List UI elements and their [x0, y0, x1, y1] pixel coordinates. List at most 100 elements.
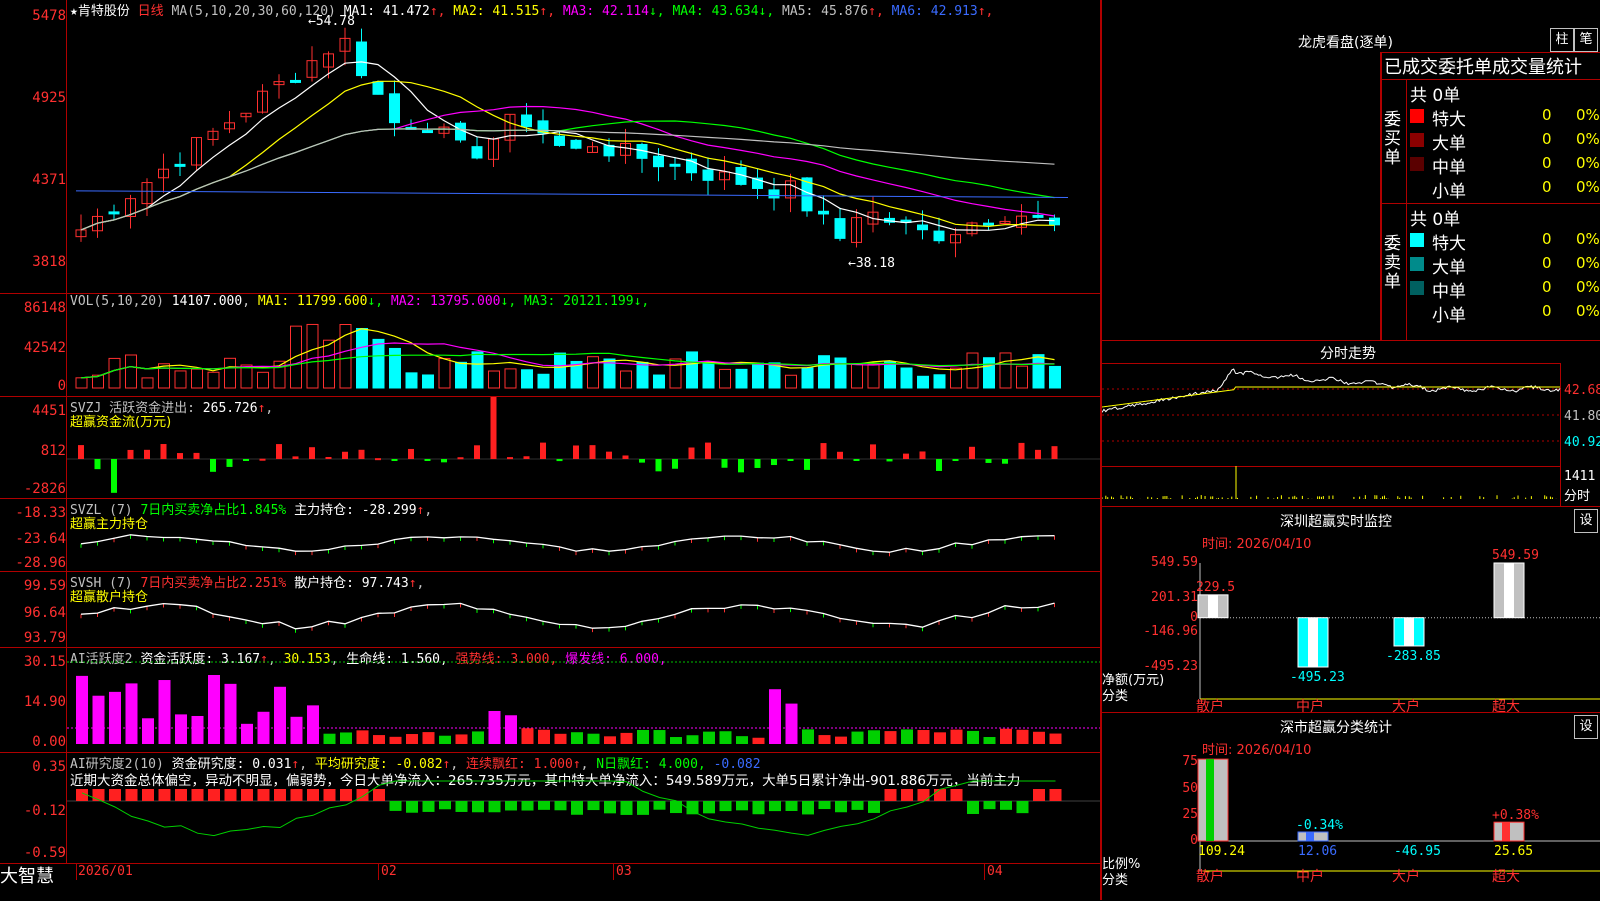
svsh-pane[interactable]: 99.59 96.64 93.79 SVSH (7) 7日内买卖净占比2.251…: [0, 572, 1100, 648]
order-row: 中单 0 0%: [1410, 277, 1600, 302]
intraday-panel[interactable]: 分时走势 42.68 41.80 40.92 1411 分时: [1100, 340, 1600, 507]
activity-bar: [868, 730, 880, 744]
research-bar: [802, 801, 814, 815]
svzj-chart[interactable]: [0, 397, 1100, 499]
svsh-chart[interactable]: [0, 572, 1100, 648]
research-bar: [191, 789, 204, 801]
sell-total: 共 0单: [1410, 210, 1461, 230]
order-pct: 0%: [1576, 154, 1600, 172]
activity-bar: [208, 675, 220, 744]
volume-bar: [719, 368, 731, 389]
volume-bar: [141, 377, 154, 389]
flow-bar: [111, 459, 117, 493]
activity-bar: [967, 730, 979, 744]
candle: [422, 130, 433, 134]
classify-bar-stripe: [1206, 759, 1214, 841]
svzj-pane[interactable]: 4451 812 -2826 SVZJ 活跃资金进出: 265.726↑, 超赢…: [0, 397, 1100, 499]
activity-bar: [785, 703, 798, 744]
activity-bar: [323, 733, 336, 744]
order-row: 中单 0 0%: [1410, 153, 1600, 178]
flow-bar: [820, 443, 827, 459]
candle: [290, 79, 301, 83]
flow-bar: [309, 447, 315, 459]
flow-bar: [919, 451, 926, 459]
research-bar: [455, 801, 468, 812]
activity-bar: [92, 695, 105, 744]
candle: [768, 189, 780, 199]
volume-chart[interactable]: [0, 294, 1100, 397]
classify-category: 散户: [1196, 868, 1224, 885]
activity-bar: [340, 732, 352, 744]
flow-bar: [507, 457, 513, 460]
classify-top-label: -0.34%: [1296, 818, 1343, 833]
order-pct: 0%: [1576, 178, 1600, 196]
activity-bar: [142, 718, 154, 744]
flow-bar: [1035, 449, 1041, 459]
monitor-panel: 深圳超赢实时监控 设 时间: 2026/04/10 549.59 201.31 0-…: [1100, 506, 1600, 713]
tick: [76, 864, 77, 880]
ai-research-pane[interactable]: 0.35 -0.12 -0.59 AI研究度2(10) 资金研究度: 0.031…: [0, 753, 1100, 863]
volume-pane[interactable]: 86148 42542 0 VOL(5,10,20) 14107.000, MA…: [0, 294, 1100, 397]
flow-bar: [556, 459, 563, 462]
order-label: 特大: [1432, 110, 1466, 130]
volume-bar: [75, 377, 88, 389]
research-bar: [1049, 789, 1062, 801]
activity-bar: [472, 731, 484, 744]
volume-bar: [1016, 365, 1028, 389]
research-bar: [505, 801, 517, 811]
research-bar: [109, 789, 121, 801]
svzl-pane[interactable]: -18.33 -23.64 -28.96 SVZL (7) 7日内买卖净占比1.…: [0, 499, 1100, 572]
flow-bar: [276, 444, 282, 459]
volume-bar: [801, 367, 814, 389]
volume-bar: [752, 362, 764, 389]
monitor-bar-chart[interactable]: 229.5 散户 -495.23 中户 -283.85 大户 549.59 超大: [1102, 507, 1600, 713]
price-pane[interactable]: 5478 4925 4371 3818 ★肯特股份 日线 MA(5,10,20,…: [0, 0, 1100, 294]
candle: [471, 146, 483, 159]
volume-bar: [735, 368, 748, 389]
activity-bar: [257, 711, 270, 744]
classify-bar-chart[interactable]: 109.24 散户 -0.34% 12.06 中户 -46.95 大户 +0.38% 25.65…: [1102, 713, 1600, 901]
ai-active-pane[interactable]: 30.15 14.90 0.00 AI活跃度2 资金活跃度: 3.167↑, 3…: [0, 648, 1100, 753]
order-label: 小单: [1432, 306, 1466, 326]
candle: [603, 144, 615, 157]
volume-bar: [785, 374, 797, 389]
date-label: 02: [381, 864, 397, 879]
order-row: 小单 0 0%: [1410, 301, 1600, 326]
intraday-chart[interactable]: [1102, 341, 1562, 507]
flow-bar: [210, 459, 216, 472]
bar-view-button[interactable]: 柱: [1550, 28, 1574, 52]
research-bar: [884, 789, 897, 801]
volume-bar: [620, 370, 632, 389]
activity-bar: [439, 735, 451, 744]
tick-view-button[interactable]: 笔: [1574, 28, 1598, 52]
ai-research-chart[interactable]: [0, 753, 1100, 863]
ma10-line: [80, 80, 1055, 231]
flow-bar: [424, 459, 431, 461]
order-pct: 0%: [1576, 130, 1600, 148]
flow-bar: [342, 451, 348, 459]
research-bar: [769, 801, 781, 812]
flow-bar: [606, 451, 612, 459]
research-bar: [835, 801, 847, 813]
svzl-chart[interactable]: [0, 499, 1100, 572]
research-bar: [686, 801, 699, 815]
order-row: 大单 0 0%: [1410, 129, 1600, 154]
candle: [653, 155, 664, 168]
activity-bar: [1016, 729, 1029, 744]
activity-bar: [307, 705, 319, 744]
volume-bar: [834, 357, 847, 389]
activity-bar: [851, 731, 864, 744]
order-pct: 0%: [1576, 254, 1600, 272]
order-count: 0: [1542, 278, 1552, 296]
ai-active-chart[interactable]: [0, 648, 1100, 753]
intraday-tick: 42.68: [1564, 383, 1600, 398]
flow-bar: [771, 459, 777, 466]
flow-bar: [853, 459, 860, 461]
order-label: 小单: [1432, 182, 1466, 202]
flow-bar: [903, 453, 909, 459]
flow-bar: [292, 456, 299, 459]
order-pct: 0%: [1576, 302, 1600, 320]
candlestick-chart[interactable]: [0, 0, 1100, 294]
intraday-price-line: [1102, 368, 1561, 413]
flow-bar: [1018, 442, 1025, 459]
